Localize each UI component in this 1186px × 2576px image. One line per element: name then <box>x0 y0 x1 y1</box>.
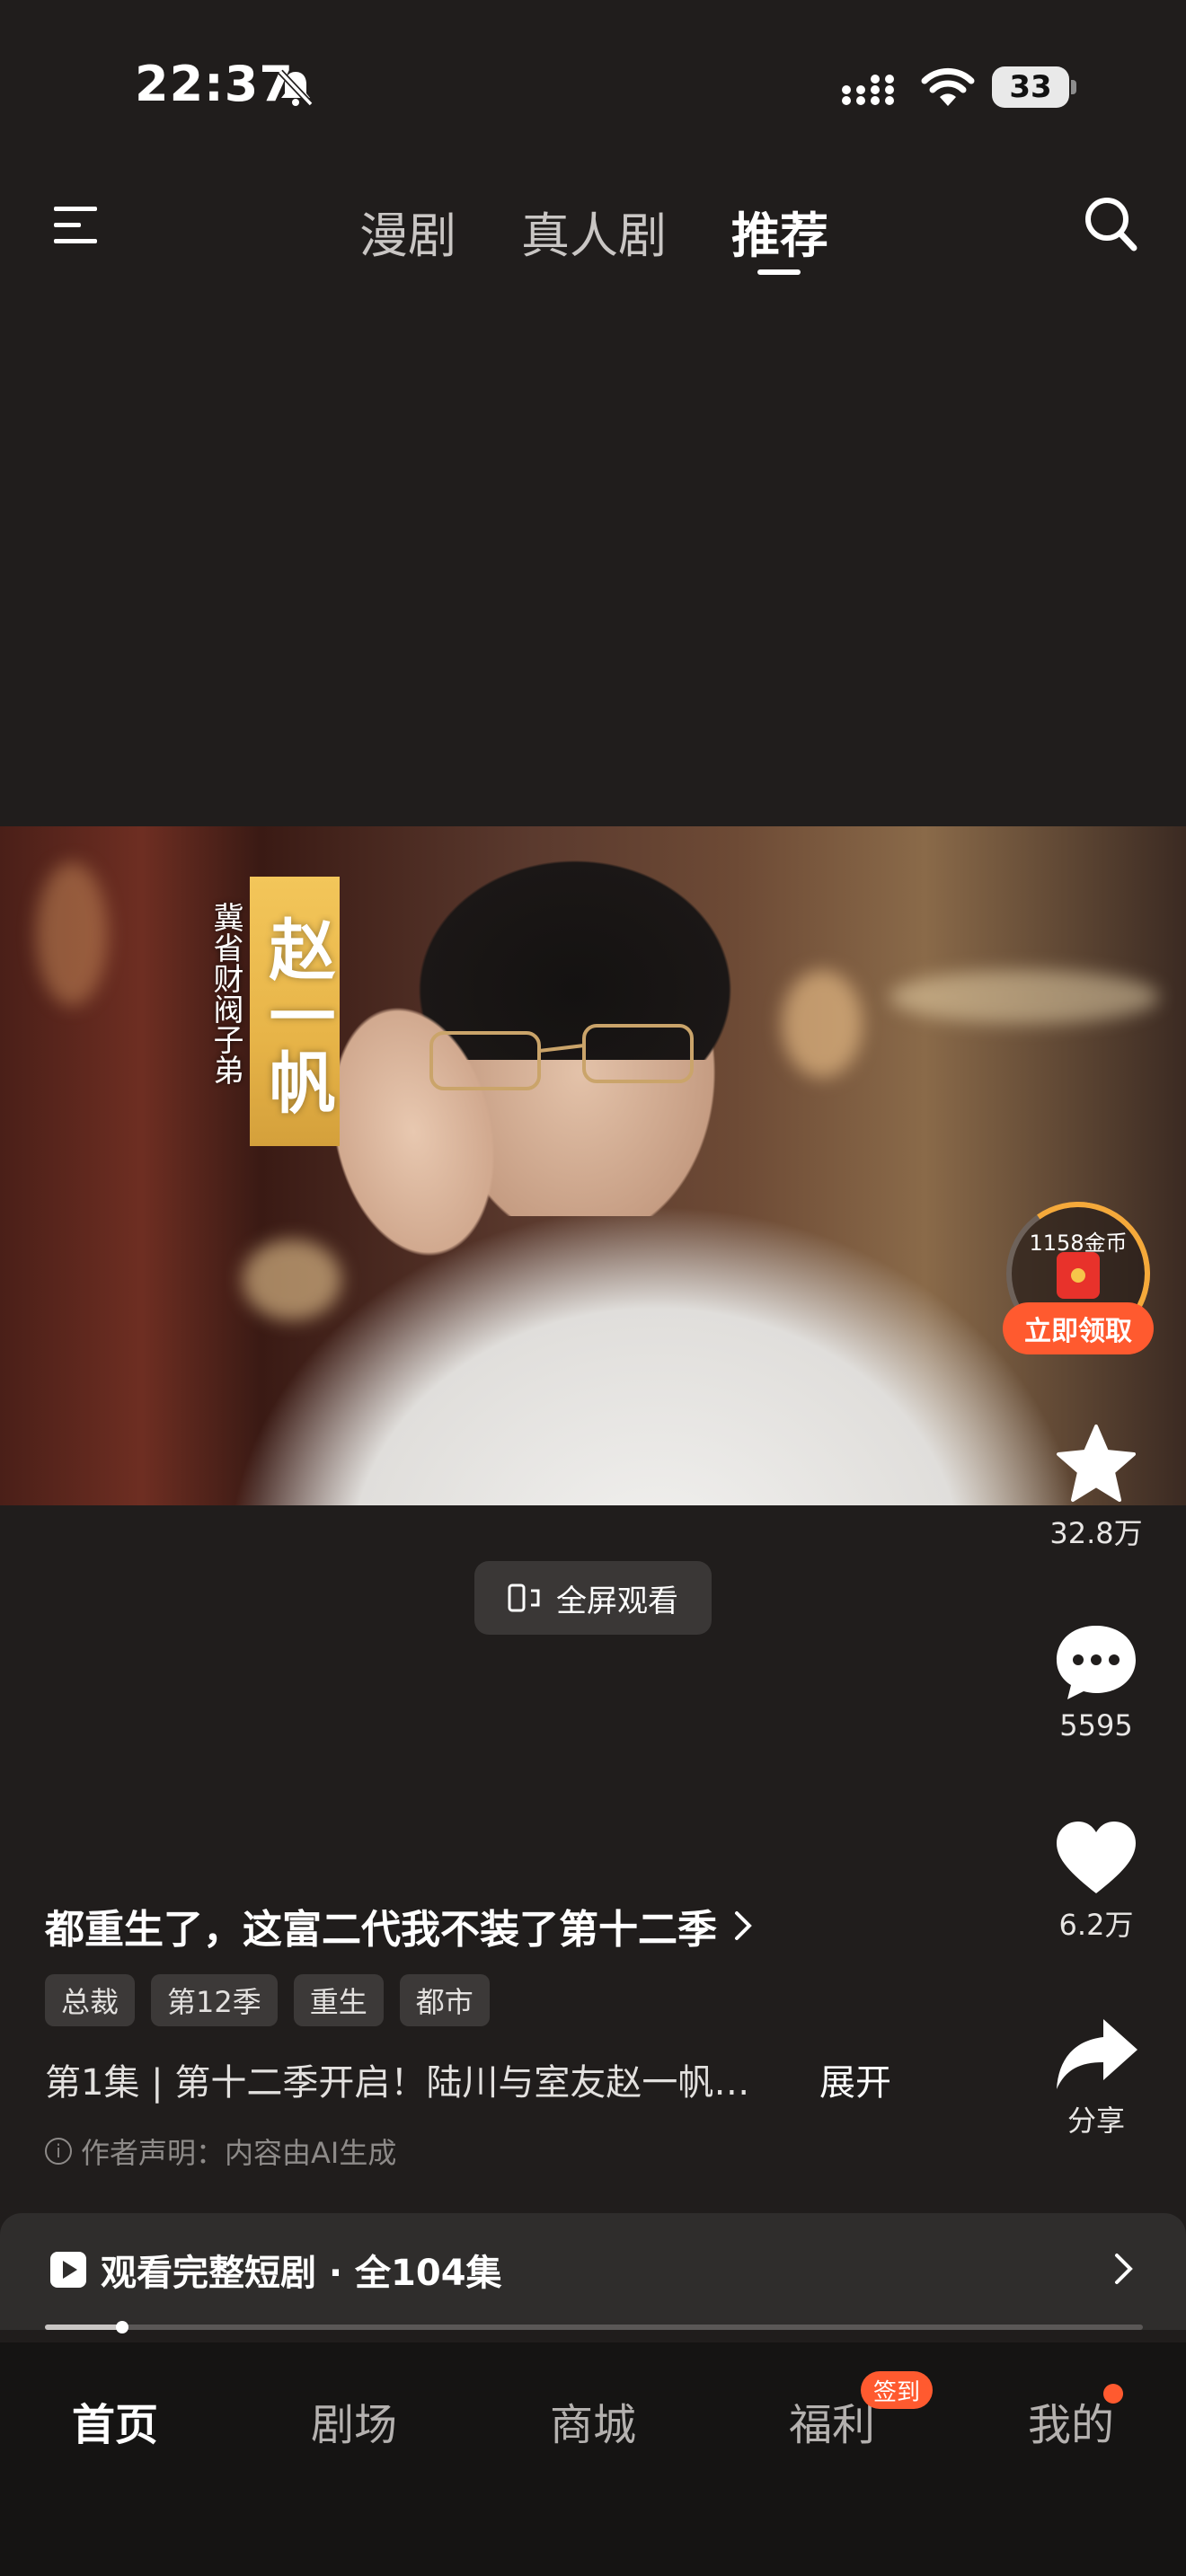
heart-icon <box>1057 1822 1136 1893</box>
signal-icon <box>842 75 894 105</box>
coin-reward-widget[interactable]: 1158金币 立即领取 <box>995 1190 1162 1357</box>
checkin-badge: 签到 <box>861 2371 934 2409</box>
tag-chip[interactable]: 总裁 <box>45 1974 136 2026</box>
comment-icon <box>1057 1626 1136 1699</box>
watch-full-text: 观看完整短剧 · 全104集 <box>101 2253 502 2294</box>
active-tab-indicator <box>757 269 801 275</box>
nav-profile[interactable]: 我的 <box>1028 2389 1114 2452</box>
claim-reward-button[interactable]: 立即领取 <box>1003 1302 1154 1354</box>
search-icon[interactable] <box>1084 196 1137 253</box>
fullscreen-button[interactable]: 全屏观看 <box>474 1561 712 1635</box>
tab-live-action[interactable]: 真人剧 <box>521 196 667 267</box>
nav-home[interactable]: 首页 <box>72 2389 158 2452</box>
chevron-right-icon <box>1115 2254 1133 2284</box>
playback-progress-fill <box>45 2325 122 2330</box>
background-lamp <box>782 970 863 1078</box>
expand-button[interactable]: 展开 <box>819 2053 891 2105</box>
tag-list: 总裁 第12季 重生 都市 <box>45 1974 490 2026</box>
share-action[interactable]: 分享 <box>1024 2016 1168 2139</box>
glasses-shape <box>429 1024 694 1090</box>
watch-full-label: 观看完整短剧 · 全104集 <box>50 2244 502 2296</box>
like-action[interactable]: 6.2万 <box>1024 1818 1168 1944</box>
share-label: 分享 <box>1067 2104 1125 2138</box>
background-light <box>890 970 1159 1024</box>
battery-cap <box>1071 80 1076 94</box>
play-icon <box>50 2252 86 2288</box>
nav-theater[interactable]: 剧场 <box>311 2389 397 2452</box>
tag-chip[interactable]: 都市 <box>399 1974 490 2026</box>
wifi-icon <box>921 67 975 106</box>
bell-muted-icon <box>278 69 314 107</box>
favorite-action[interactable]: 32.8万 <box>1024 1423 1168 1552</box>
chevron-right-icon <box>735 1911 752 1940</box>
comment-count: 5595 <box>1059 1708 1133 1742</box>
comment-action[interactable]: 5595 <box>1024 1622 1168 1742</box>
video-player[interactable]: 冀省财阀子弟 赵一帆 <box>0 826 1186 1505</box>
tab-recommend[interactable]: 推荐 <box>731 196 828 267</box>
nav-mall[interactable]: 商城 <box>550 2389 636 2452</box>
playback-progress-track[interactable] <box>45 2325 1143 2330</box>
drama-title: 都重生了，这富二代我不装了第十二季 <box>45 1907 717 1953</box>
menu-icon[interactable] <box>52 203 99 248</box>
rotate-screen-icon <box>508 1584 540 1612</box>
like-count: 6.2万 <box>1058 1908 1134 1942</box>
battery-indicator: 33 <box>992 66 1076 108</box>
character-name-caption: 赵一帆 <box>250 877 340 1146</box>
star-icon <box>1057 1425 1136 1502</box>
info-icon: i <box>45 2138 72 2165</box>
status-time: 22:37 <box>135 56 294 112</box>
favorite-count: 32.8万 <box>1049 1516 1143 1550</box>
episode-description: 第1集 | 第十二季开启！陆川与室友赵一帆… <box>45 2062 750 2104</box>
tag-chip[interactable]: 重生 <box>293 1974 384 2026</box>
character-title-caption: 冀省财阀子弟 <box>208 902 243 1085</box>
share-icon <box>1057 2019 1137 2089</box>
red-packet-icon <box>1057 1252 1100 1299</box>
ai-disclaimer: i 作者声明：内容由AI生成 <box>45 2130 396 2172</box>
tag-chip[interactable]: 第12季 <box>151 1974 278 2026</box>
battery-level: 33 <box>992 66 1069 108</box>
playback-progress-handle[interactable] <box>115 2321 128 2333</box>
drama-title-link[interactable]: 都重生了，这富二代我不装了第十二季 <box>45 1897 753 1954</box>
watch-full-drama-bar[interactable]: 观看完整短剧 · 全104集 <box>0 2213 1186 2330</box>
bottom-navigation <box>0 2342 1186 2576</box>
tab-manju[interactable]: 漫剧 <box>359 196 456 267</box>
notification-dot <box>1103 2384 1123 2404</box>
background-lamp <box>36 862 108 1006</box>
fullscreen-label: 全屏观看 <box>556 1583 678 1619</box>
ai-disclaimer-text: 作者声明：内容由AI生成 <box>81 2136 397 2170</box>
